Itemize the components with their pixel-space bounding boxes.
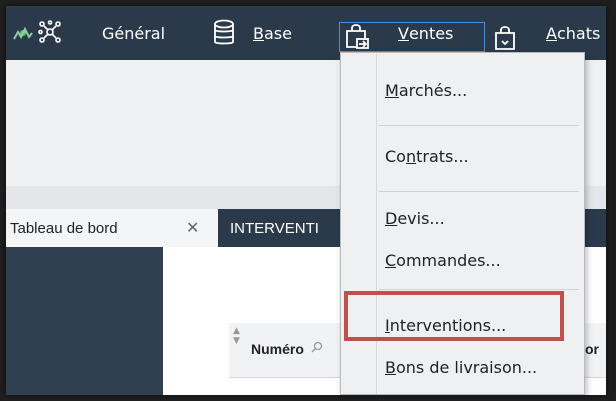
menu-base-accelerator: B <box>253 23 264 43</box>
tab-tableau-de-bord-label: Tableau de bord <box>10 219 118 237</box>
menu-ventes-label: entes <box>408 23 454 43</box>
sort-icon[interactable]: ▲ ▼ <box>233 326 240 346</box>
menu-item-interventions-label: nterventions... <box>389 316 507 335</box>
app-logo-icon <box>12 23 34 47</box>
menu-base-label: ase <box>263 23 292 43</box>
menu-item-commandes-accelerator: C <box>385 251 397 270</box>
menu-item-commandes-label: ommandes... <box>396 251 501 270</box>
network-icon[interactable] <box>38 20 62 48</box>
menu-item-marches[interactable]: Marchés... <box>385 81 467 100</box>
database-icon <box>212 19 236 51</box>
tab-interventions-label: INTERVENTI <box>230 219 319 237</box>
menu-icon-gutter <box>341 53 377 394</box>
menu-item-marches-label: archés... <box>398 81 468 100</box>
menu-item-devis[interactable]: Devis... <box>385 209 445 228</box>
menu-separator <box>379 289 579 290</box>
menu-item-contrats[interactable]: Contrats... <box>385 147 469 166</box>
menu-item-interventions[interactable]: Interventions... <box>385 316 506 335</box>
ventes-dropdown-menu: Marchés... Contrats... Devis... Commande… <box>340 52 585 395</box>
left-sidebar <box>6 247 163 395</box>
menu-item-bons-accelerator: B <box>385 358 396 377</box>
menu-ventes-accelerator: V <box>398 23 409 43</box>
column-numero[interactable]: Numéro <box>251 341 304 357</box>
menu-item-commandes[interactable]: Commandes... <box>385 251 501 270</box>
menu-general[interactable]: Général <box>102 6 165 60</box>
menu-item-contrats-prefix: Co <box>385 147 406 166</box>
menu-item-contrats-accelerator: n <box>405 147 417 166</box>
menu-item-contrats-label: trats... <box>416 147 469 166</box>
menu-item-devis-label: evis... <box>397 209 445 228</box>
shopping-bag-out-icon <box>344 22 370 54</box>
tab-interventions[interactable]: INTERVENTI <box>218 209 348 247</box>
menu-separator <box>379 191 579 192</box>
menu-base[interactable]: Base <box>253 6 292 60</box>
menu-achats-accelerator: A <box>546 23 557 43</box>
menu-item-marches-accelerator: M <box>385 81 399 100</box>
menu-item-devis-accelerator: D <box>385 209 398 228</box>
column-partial-label: or <box>585 341 599 357</box>
search-icon[interactable] <box>311 341 323 357</box>
menu-general-label: Général <box>102 23 166 43</box>
menu-item-bons-de-livraison[interactable]: Bons de livraison... <box>385 358 537 377</box>
menu-item-bons-label: ons de livraison... <box>395 358 538 377</box>
menu-separator <box>379 125 579 126</box>
tab-tableau-de-bord[interactable]: Tableau de bord ✕ <box>6 209 218 247</box>
menu-achats-label: chats <box>556 23 601 43</box>
close-icon[interactable]: ✕ <box>186 218 199 238</box>
app-window: Général Base Ventes A chats Tableau de b… <box>6 6 606 395</box>
